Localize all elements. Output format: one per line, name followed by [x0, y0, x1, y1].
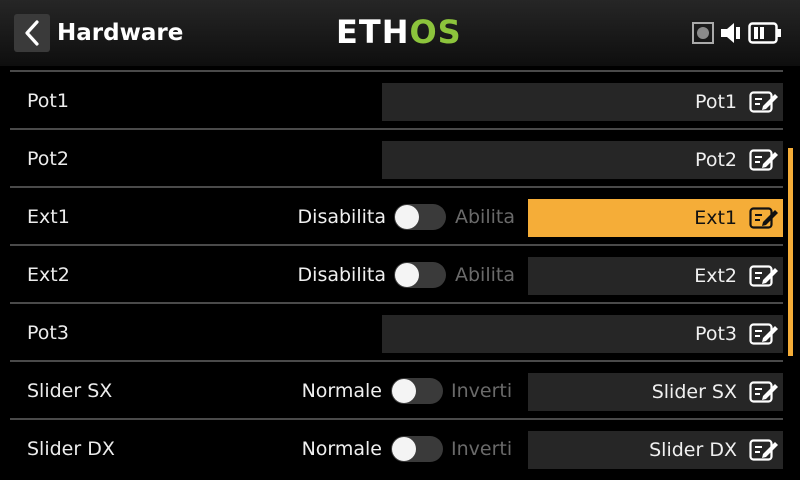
edit-icon[interactable] — [749, 205, 779, 231]
header-bar: Hardware ETHOS — [0, 0, 800, 66]
battery-icon — [748, 22, 781, 44]
row-label: Pot1 — [27, 90, 69, 112]
row-label: Pot2 — [27, 148, 69, 170]
edit-icon[interactable] — [749, 321, 779, 347]
row-pot2: Pot2 Pot2 — [10, 130, 783, 188]
toggle-off-label: Disabilita — [297, 264, 386, 286]
toggle-knob — [395, 205, 419, 229]
hardware-list[interactable]: Pot1 Pot1 Pot2 Pot2 Ext1 Disabilita Abil… — [0, 66, 800, 480]
field-value: Pot2 — [695, 149, 737, 171]
toggle-on-label: Inverti — [451, 438, 513, 460]
invert-toggle[interactable] — [391, 378, 443, 404]
toggle-on-label: Inverti — [451, 380, 513, 402]
edit-icon[interactable] — [749, 89, 779, 115]
name-field[interactable]: Pot3 — [382, 315, 783, 353]
logo-text-right: OS — [409, 13, 462, 51]
field-value: Slider DX — [649, 439, 737, 461]
scrollbar[interactable] — [788, 148, 793, 356]
chevron-left-icon — [25, 20, 39, 46]
toggle-off-label: Normale — [301, 380, 382, 402]
toggle-off-label: Disabilita — [297, 206, 386, 228]
page-title: Hardware — [57, 20, 184, 46]
logo-text-left: ETH — [336, 13, 410, 51]
field-value: Ext1 — [694, 207, 737, 229]
name-field[interactable]: Slider SX — [528, 373, 783, 411]
toggle-off-label: Normale — [301, 438, 382, 460]
name-field[interactable]: Pot1 — [382, 83, 783, 121]
row-slider-dx: Slider DX Normale Inverti Slider DX — [10, 420, 783, 478]
enable-toggle[interactable] — [394, 204, 446, 230]
toggle-on-label: Abilita — [455, 206, 515, 228]
invert-toggle[interactable] — [391, 436, 443, 462]
toggle-knob — [392, 379, 416, 403]
edit-icon[interactable] — [749, 147, 779, 173]
row-ext1: Ext1 Disabilita Abilita Ext1 — [10, 188, 783, 246]
toggle-knob — [392, 437, 416, 461]
record-icon — [692, 22, 714, 44]
row-label: Slider SX — [27, 380, 113, 402]
field-value: Pot1 — [695, 91, 737, 113]
back-button[interactable] — [14, 14, 50, 52]
speaker-icon — [721, 23, 740, 43]
toggle-on-label: Abilita — [455, 264, 515, 286]
name-field[interactable]: Ext1 — [528, 199, 783, 237]
name-field[interactable]: Slider DX — [528, 431, 783, 469]
row-label: Ext2 — [27, 264, 70, 286]
name-field[interactable]: Ext2 — [528, 257, 783, 295]
enable-toggle[interactable] — [394, 262, 446, 288]
toggle-knob — [395, 263, 419, 287]
ethos-logo: ETHOS — [336, 14, 462, 50]
name-field[interactable]: Pot2 — [382, 141, 783, 179]
field-value: Ext2 — [694, 265, 737, 287]
field-value: Slider SX — [651, 381, 737, 403]
status-icons — [692, 20, 782, 46]
edit-icon[interactable] — [749, 379, 779, 405]
edit-icon[interactable] — [749, 263, 779, 289]
field-value: Pot3 — [695, 323, 737, 345]
row-ext2: Ext2 Disabilita Abilita Ext2 — [10, 246, 783, 304]
row-slider-sx: Slider SX Normale Inverti Slider SX — [10, 362, 783, 420]
edit-icon[interactable] — [749, 437, 779, 463]
row-pot1: Pot1 Pot1 — [10, 72, 783, 130]
row-label: Slider DX — [27, 438, 115, 460]
row-label: Pot3 — [27, 322, 69, 344]
row-label: Ext1 — [27, 206, 70, 228]
row-pot3: Pot3 Pot3 — [10, 304, 783, 362]
